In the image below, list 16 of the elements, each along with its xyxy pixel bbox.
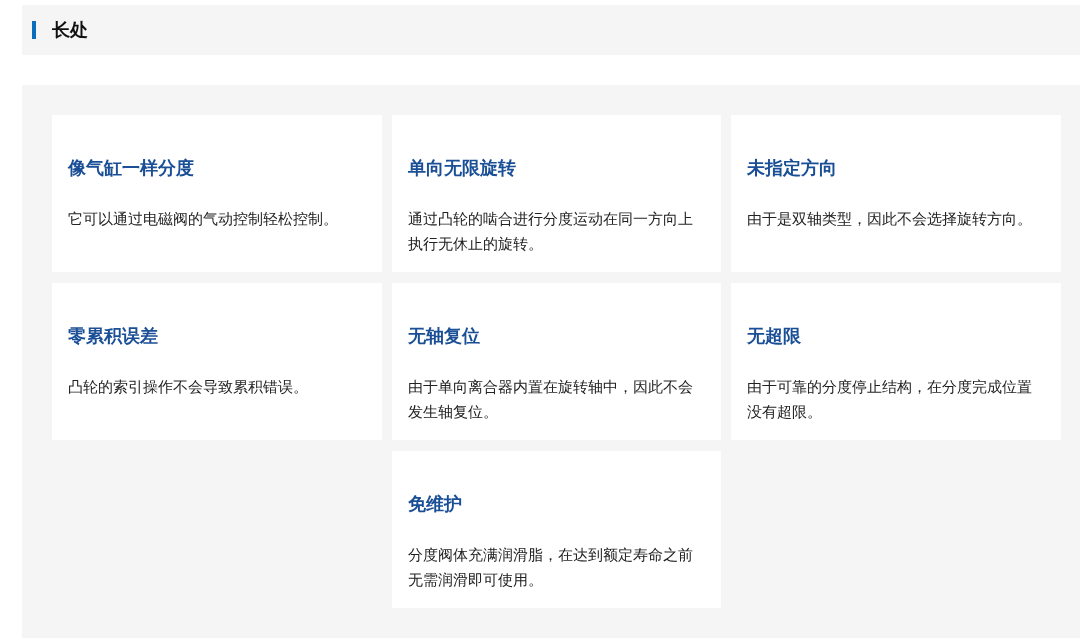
section-title: 长处 (52, 18, 88, 42)
feature-description: 分度阀体充满润滑脂，在达到额定寿命之前无需润滑即可使用。 (407, 546, 694, 590)
feature-description: 通过凸轮的啮合进行分度运动在同一方向上执行无休止的旋转。 (407, 210, 694, 254)
feature-title: 无轴复位 (407, 324, 481, 348)
feature-title: 免维护 (407, 492, 463, 516)
feature-title: 未指定方向 (747, 156, 839, 180)
feature-description: 由于可靠的分度停止结构，在分度完成位置没有超限。 (747, 378, 1034, 422)
feature-title: 单向无限旋转 (407, 156, 517, 180)
feature-title: 像气缸一样分度 (68, 156, 195, 180)
feature-description: 凸轮的索引操作不会导致累积错误。 (68, 378, 309, 397)
feature-description: 它可以通过电磁阀的气动控制轻松控制。 (68, 210, 339, 229)
feature-title: 零累积误差 (68, 324, 159, 348)
feature-title: 无超限 (747, 324, 803, 348)
accent-bar (32, 21, 36, 39)
feature-description: 由于是双轴类型，因此不会选择旋转方向。 (747, 210, 1034, 229)
feature-description: 由于单向离合器内置在旋转轴中，因此不会发生轴复位。 (407, 378, 694, 422)
